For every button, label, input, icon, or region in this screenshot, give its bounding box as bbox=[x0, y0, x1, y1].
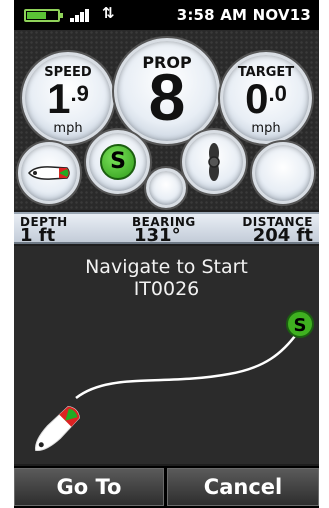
propeller-button[interactable] bbox=[182, 130, 246, 194]
status-time: 3:58 AM bbox=[176, 6, 248, 24]
propeller-icon bbox=[208, 143, 220, 181]
distance-readout: DISTANCE 204 ft bbox=[223, 214, 313, 246]
boat-icon bbox=[28, 166, 70, 180]
prop-value: 8 bbox=[148, 60, 186, 134]
info-strip: DEPTH 1 ft BEARING 131° DISTANCE 204 ft bbox=[14, 212, 319, 246]
boat-marker-icon bbox=[34, 406, 80, 452]
distance-value: 204 ft bbox=[252, 225, 313, 246]
bearing-readout: BEARING 131° bbox=[132, 214, 222, 246]
gauge-cluster: SPEED 1.9 mph PROP 8 TARGET 0.0 mph S bbox=[14, 30, 319, 210]
signal-icon bbox=[70, 8, 94, 22]
cancel-button[interactable]: Cancel bbox=[167, 468, 319, 506]
start-badge: S bbox=[100, 144, 136, 180]
empty-dial-button[interactable] bbox=[252, 142, 314, 204]
start-waypoint-button[interactable]: S bbox=[86, 130, 150, 194]
boat-view-button[interactable] bbox=[18, 142, 80, 204]
target-value: 0.0 bbox=[245, 75, 287, 122]
status-bar: ⇅ 3:58 AM NOV13 bbox=[14, 0, 319, 30]
status-clock: 3:58 AM NOV13 bbox=[177, 6, 311, 24]
battery-icon bbox=[24, 9, 63, 22]
small-dial-button[interactable] bbox=[146, 168, 186, 208]
button-bar: Go To Cancel bbox=[14, 466, 319, 508]
target-badge: S bbox=[294, 315, 307, 336]
depth-value: 1 ft bbox=[20, 225, 56, 246]
speed-value: 1.9 bbox=[47, 75, 89, 122]
speed-unit: mph bbox=[53, 121, 83, 136]
status-date: NOV13 bbox=[252, 6, 311, 24]
data-transfer-icon: ⇅ bbox=[102, 4, 115, 22]
route-map: S bbox=[34, 310, 314, 452]
device-screen: ⇅ 3:58 AM NOV13 SPEED 1.9 mph PROP 8 TAR… bbox=[14, 0, 319, 508]
target-gauge[interactable]: TARGET 0.0 mph bbox=[220, 52, 312, 144]
target-waypoint: S bbox=[286, 310, 314, 338]
navigation-panel: Navigate to Start IT0026 S bbox=[14, 246, 319, 464]
route-line bbox=[75, 331, 300, 399]
prop-gauge[interactable]: PROP 8 bbox=[114, 38, 220, 144]
depth-readout: DEPTH 1 ft bbox=[20, 214, 110, 246]
goto-button[interactable]: Go To bbox=[14, 468, 164, 506]
bearing-value: 131° bbox=[134, 225, 181, 246]
speed-gauge[interactable]: SPEED 1.9 mph bbox=[22, 52, 114, 144]
